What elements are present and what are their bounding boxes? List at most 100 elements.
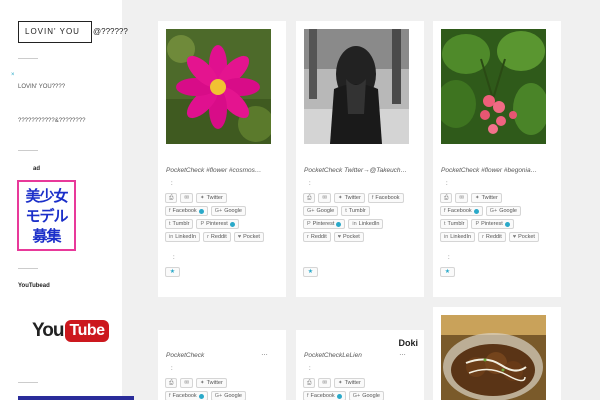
email-button[interactable]: ✉	[180, 378, 194, 388]
reddit-button[interactable]: r Reddit	[203, 232, 231, 242]
sidebar-link-home[interactable]: LOVIN' YOU????	[18, 84, 65, 90]
youtube-logo-you: You	[32, 320, 65, 341]
pinterest-icon: P	[307, 221, 311, 227]
star-icon: ★	[444, 269, 451, 275]
button-label: Pocket	[243, 234, 260, 240]
site-logo-suffix[interactable]: @??????	[93, 21, 128, 43]
twitter-button[interactable]: ✦ Twitter	[196, 193, 227, 203]
pocket-icon: ♥	[237, 234, 242, 240]
pocket-button[interactable]: ♥ Pocket	[508, 232, 539, 242]
google-button[interactable]: G+ Google	[348, 391, 384, 400]
email-button[interactable]: ✉	[318, 378, 332, 388]
button-label: Google	[362, 393, 380, 399]
tumblr-button[interactable]: t Tumblr	[440, 219, 469, 229]
button-label: Google	[316, 208, 335, 214]
facebook-button[interactable]: f Facebook	[165, 206, 208, 216]
pocket-button[interactable]: ♥ Pocket	[333, 232, 364, 242]
pinterest-button[interactable]: P Pinterest	[303, 219, 346, 229]
email-button[interactable]: ✉	[318, 193, 332, 203]
post-card[interactable]	[433, 307, 561, 400]
google-button[interactable]: G+ Google	[210, 206, 246, 216]
post-thumbnail[interactable]	[441, 315, 546, 400]
button-label: Tumblr	[172, 221, 190, 227]
print-button[interactable]: ⎙	[303, 378, 316, 388]
email-button[interactable]: ✉	[180, 193, 194, 203]
reddit-icon: r	[482, 234, 484, 240]
favorite-button[interactable]: ★	[165, 267, 180, 277]
reddit-button[interactable]: r Reddit	[303, 232, 331, 242]
ad-heading: ad	[33, 166, 41, 172]
google-button[interactable]: G+ Google	[485, 206, 521, 216]
facebook-button[interactable]: f Facebook	[303, 391, 346, 400]
print-button[interactable]: ⎙	[165, 193, 178, 203]
twitter-button[interactable]: ✦ Twitter	[196, 378, 227, 388]
pocket-icon: ♥	[512, 234, 517, 240]
button-label: Facebook	[310, 393, 335, 399]
facebook-button[interactable]: f Facebook	[165, 391, 208, 400]
share-count-badge	[198, 393, 204, 399]
twitter-icon: ✦	[338, 195, 343, 201]
pinterest-button[interactable]: P Pinterest	[196, 219, 239, 229]
print-icon: ⎙	[169, 194, 174, 201]
youtube-heading: YouTubead	[18, 283, 50, 289]
google-button[interactable]: G+ Google	[210, 391, 246, 400]
post-thumbnail[interactable]	[166, 29, 271, 144]
post-card[interactable]: PocketCheck #flower #cosmos… : ⎙ ✉ ✦ Twit…	[158, 21, 286, 297]
linkedin-button[interactable]: in LinkedIn	[440, 232, 476, 242]
post-thumbnail[interactable]	[441, 29, 546, 144]
print-button[interactable]: ⎙	[303, 193, 316, 203]
post-card[interactable]: PocketCheck … : ⎙ ✉ ✦ Twitter f Facebook G…	[158, 330, 286, 400]
button-label: Twitter	[344, 380, 361, 386]
post-caption[interactable]: PocketCheck #flower #begonia…	[441, 167, 549, 174]
post-meta: :	[309, 181, 311, 187]
post-caption[interactable]: PocketCheck #flower #cosmos…	[166, 167, 274, 174]
button-label: Pocket	[518, 234, 535, 240]
twitter-icon: ✦	[475, 195, 480, 201]
share-count-badge	[198, 208, 204, 214]
print-button[interactable]: ⎙	[440, 193, 453, 203]
google-icon: G+	[489, 208, 498, 214]
print-button[interactable]: ⎙	[165, 378, 178, 388]
ad-banner-line: 募集	[32, 226, 61, 245]
tumblr-button[interactable]: t Tumblr	[341, 206, 370, 216]
twitter-icon: ✦	[338, 380, 343, 386]
facebook-button[interactable]: f Facebook	[367, 193, 404, 203]
twitter-button[interactable]: ✦ Twitter	[334, 378, 365, 388]
facebook-icon: f	[307, 393, 309, 399]
favorite-button[interactable]: ★	[440, 267, 455, 277]
email-button[interactable]: ✉	[455, 193, 469, 203]
youtube-logo[interactable]: You Tube	[32, 318, 109, 344]
close-icon[interactable]: ×	[11, 72, 15, 78]
linkedin-button[interactable]: in LinkedIn	[165, 232, 201, 242]
post-thumbnail[interactable]	[304, 29, 409, 144]
post-card[interactable]: PocketCheck #flower #begonia… : ⎙ ✉ ✦ Twi…	[433, 21, 561, 297]
button-label: Reddit	[485, 234, 502, 240]
post-caption[interactable]: PocketCheck	[166, 352, 246, 359]
post-caption[interactable]: PocketCheck Twitter→@Takeuch…	[304, 167, 412, 174]
linkedin-icon: in	[444, 234, 449, 240]
favorite-button[interactable]: ★	[303, 267, 318, 277]
google-button[interactable]: G+ Google	[303, 206, 339, 216]
sidebar-link-about[interactable]: ???????????&????????	[18, 118, 85, 124]
post-meta: :	[448, 255, 450, 261]
share-row: f Facebook G+ Google	[440, 206, 521, 216]
ad-banner[interactable]: 美少女 モデル 募集	[17, 180, 76, 251]
facebook-button[interactable]: f Facebook	[440, 206, 483, 216]
reddit-button[interactable]: r Reddit	[478, 232, 506, 242]
twitter-button[interactable]: ✦ Twitter	[471, 193, 502, 203]
tumblr-button[interactable]: t Tumblr	[165, 219, 194, 229]
post-caption[interactable]: PocketCheckLeLien	[304, 352, 389, 359]
post-card[interactable]: Doki PocketCheckLeLien … : ⎙ ✉ ✦ Twitter …	[296, 330, 424, 400]
button-label: Reddit	[310, 234, 327, 240]
post-card[interactable]: PocketCheck Twitter→@Takeuch… : ⎙ ✉ ✦ Twi…	[296, 21, 424, 297]
share-row: P Pinterest in LinkedIn	[303, 219, 384, 229]
share-row: f Facebook G+ Google	[165, 391, 246, 400]
tumblr-icon: t	[169, 221, 171, 227]
site-logo[interactable]: LOVIN' YOU	[18, 21, 92, 43]
linkedin-button[interactable]: in LinkedIn	[348, 219, 384, 229]
twitter-button[interactable]: ✦ Twitter	[334, 193, 365, 203]
pinterest-button[interactable]: P Pinterest	[471, 219, 514, 229]
ad-banner-line: 美少女	[25, 186, 68, 205]
facebook-icon: f	[169, 393, 171, 399]
pocket-button[interactable]: ♥ Pocket	[233, 232, 264, 242]
